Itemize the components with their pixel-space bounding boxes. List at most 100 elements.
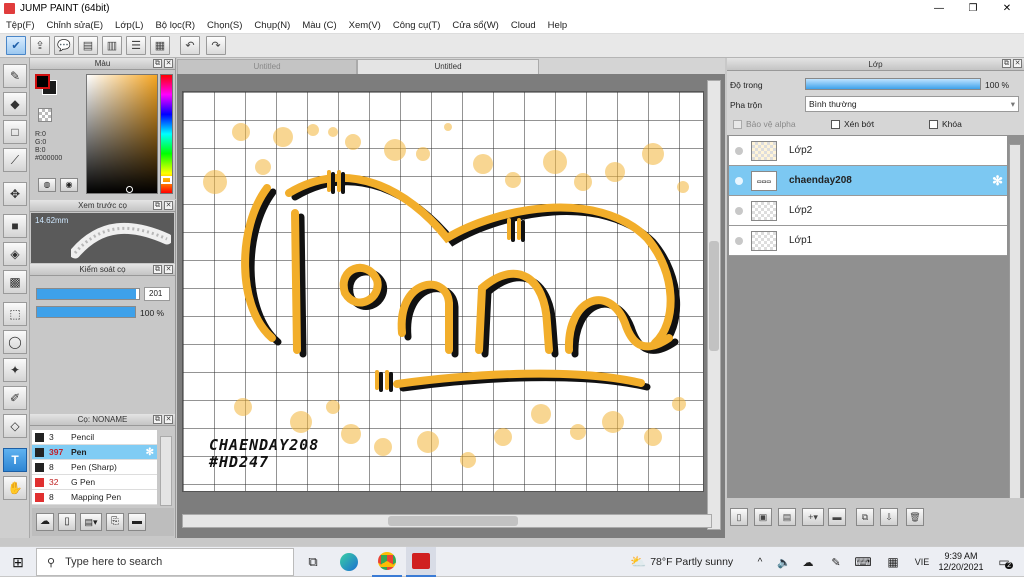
chrome-taskbar-button[interactable] xyxy=(372,547,402,577)
brush-size-input[interactable]: 201 xyxy=(144,287,170,301)
undo-button[interactable]: ↶ xyxy=(180,36,200,55)
panel-float-icon[interactable]: ⧉ xyxy=(153,201,162,210)
list-button[interactable]: ☰ xyxy=(126,36,146,55)
pen-tool[interactable]: ✎ xyxy=(3,64,27,88)
layer-row[interactable]: Lớp2 xyxy=(729,196,1007,226)
panel-close-icon[interactable]: ✕ xyxy=(164,415,173,424)
layer-row-selected[interactable]: ▭▭▭ chaenday208 ✻ xyxy=(729,166,1007,196)
new-folder-button[interactable]: ▬ xyxy=(828,508,846,526)
new-brush-button[interactable]: ▯ xyxy=(58,513,76,531)
merge-layer-button[interactable]: ⇩ xyxy=(880,508,898,526)
brush-item-mapping-pen[interactable]: 8 Mapping Pen xyxy=(32,490,157,505)
brush-item-g-pen[interactable]: 32 G Pen xyxy=(32,475,157,490)
menu-help[interactable]: Help xyxy=(542,20,574,31)
layer-row[interactable]: Lớp2 xyxy=(729,136,1007,166)
blend-mode-select[interactable]: Bình thường ▾ xyxy=(805,96,1019,112)
lock-checkbox[interactable]: Khóa xyxy=(929,119,962,129)
pen-menu-button[interactable]: ✎ xyxy=(826,547,846,577)
redo-button[interactable]: ↷ xyxy=(206,36,226,55)
brush-item-pen-sharp[interactable]: 8 Pen (Sharp) xyxy=(32,460,157,475)
brush-cloud-button[interactable]: ☁ xyxy=(36,513,54,531)
jumppaint-taskbar-button[interactable] xyxy=(406,547,436,577)
canvas-horizontal-scrollbar[interactable] xyxy=(182,514,712,528)
new-layer-menu-button[interactable]: +▾ xyxy=(802,508,824,526)
hue-slider-thumb[interactable] xyxy=(161,176,172,184)
layer-row[interactable]: Lớp1 xyxy=(729,226,1007,256)
brush-menu-button[interactable]: ▤▾ xyxy=(80,513,102,531)
ime-button[interactable]: ▦ xyxy=(882,547,904,577)
magic-wand-tool[interactable]: ✦ xyxy=(3,358,27,382)
brush-import-button[interactable]: ⎘ xyxy=(106,513,124,531)
drawing-canvas[interactable]: CHAENDAY208 #HD247 xyxy=(182,91,704,492)
language-indicator[interactable]: VIE xyxy=(910,547,934,577)
visibility-icon[interactable] xyxy=(735,206,743,215)
panel-close-icon[interactable]: ✕ xyxy=(1013,59,1022,68)
weather-widget[interactable]: ⛅ 78°F Partly sunny xyxy=(630,547,750,577)
menu-select[interactable]: Chọn(S) xyxy=(201,20,248,31)
gradient-tool[interactable]: ▩ xyxy=(3,270,27,294)
visibility-icon[interactable] xyxy=(735,176,743,185)
picker-cursor[interactable] xyxy=(126,186,133,193)
maximize-button[interactable]: ❐ xyxy=(956,0,990,17)
export-button[interactable]: ⇪ xyxy=(30,36,50,55)
panel-float-icon[interactable]: ⧉ xyxy=(153,415,162,424)
page-button[interactable]: ▥ xyxy=(102,36,122,55)
close-button[interactable]: ✕ xyxy=(990,0,1024,17)
eyedropper-button[interactable]: ◉ xyxy=(60,178,78,192)
tray-overflow-button[interactable]: ^ xyxy=(752,547,768,577)
menu-layer[interactable]: Lớp(L) xyxy=(109,20,149,31)
brush-size-slider[interactable] xyxy=(36,288,140,300)
menu-file[interactable]: Tệp(F) xyxy=(0,20,41,31)
panel-close-icon[interactable]: ✕ xyxy=(164,201,173,210)
taskbar-search-box[interactable]: ⚲ Type here to search xyxy=(36,548,294,576)
menu-window[interactable]: Cửa sổ(W) xyxy=(446,20,504,31)
visibility-icon[interactable] xyxy=(735,146,743,155)
lasso-tool[interactable]: ◯ xyxy=(3,330,27,354)
edge-taskbar-button[interactable] xyxy=(336,547,362,577)
start-button[interactable]: ⊞ xyxy=(4,547,32,577)
menu-color[interactable]: Màu (C) xyxy=(296,20,342,31)
panel-float-icon[interactable]: ⧉ xyxy=(1002,59,1011,68)
palette-button[interactable]: ◍ xyxy=(38,178,56,192)
horizontal-scroll-thumb[interactable] xyxy=(388,516,518,526)
text-tool[interactable]: T xyxy=(3,448,27,472)
primary-color-swatch[interactable] xyxy=(35,74,50,89)
network-button[interactable]: ☁ xyxy=(798,547,818,577)
blur-tool[interactable]: ⟋ xyxy=(3,148,27,172)
select-pen-tool[interactable]: ✐ xyxy=(3,386,27,410)
clock[interactable]: 9:39 AM 12/20/2021 xyxy=(936,547,986,577)
new-text-layer-button[interactable]: ▤ xyxy=(778,508,796,526)
tab-untitled-2[interactable]: Untitled xyxy=(357,59,539,74)
brush-list-scrollbar[interactable] xyxy=(160,436,172,506)
move-tool[interactable]: ✥ xyxy=(3,182,27,206)
duplicate-layer-button[interactable]: ⧉ xyxy=(856,508,874,526)
task-view-button[interactable]: ⧉ xyxy=(302,547,324,577)
brush-item-pen[interactable]: 397 Pen ✻ xyxy=(32,445,157,460)
new-layer-button[interactable]: ▯ xyxy=(730,508,748,526)
minimize-button[interactable]: — xyxy=(922,0,956,17)
new-halftone-layer-button[interactable]: ▣ xyxy=(754,508,772,526)
menu-edit[interactable]: Chỉnh sửa(E) xyxy=(41,20,110,31)
brush-item-pencil[interactable]: 3 Pencil xyxy=(32,430,157,445)
select-rect-tool[interactable]: ⬚ xyxy=(3,302,27,326)
comment-button[interactable]: 💬 xyxy=(54,36,74,55)
clipping-checkbox[interactable]: Xén bớt xyxy=(831,119,874,129)
layer-list-scrollbar[interactable] xyxy=(1009,144,1021,504)
layer-opacity-slider[interactable] xyxy=(805,78,981,90)
menu-capture[interactable]: Chụp(N) xyxy=(248,20,296,31)
select-eraser-tool[interactable]: ◇ xyxy=(3,414,27,438)
saturation-value-picker[interactable] xyxy=(86,74,158,194)
panel-float-icon[interactable]: ⧉ xyxy=(153,59,162,68)
delete-layer-button[interactable]: 🗑 xyxy=(906,508,924,526)
protect-alpha-checkbox[interactable]: Bảo vệ alpha xyxy=(733,119,796,129)
menu-view[interactable]: Xem(V) xyxy=(343,20,387,31)
vertical-scroll-thumb[interactable] xyxy=(709,241,719,351)
notifications-button[interactable]: ▭ 2 xyxy=(990,547,1018,577)
panel-float-icon[interactable]: ⧉ xyxy=(153,265,162,274)
eraser-tool[interactable]: ◆ xyxy=(3,92,27,116)
menu-tools[interactable]: Công cụ(T) xyxy=(387,20,447,31)
visibility-icon[interactable] xyxy=(735,236,743,245)
panel-close-icon[interactable]: ✕ xyxy=(164,265,173,274)
touch-keyboard-button[interactable]: ⌨ xyxy=(852,547,874,577)
fill-rect-tool[interactable]: ■ xyxy=(3,214,27,238)
